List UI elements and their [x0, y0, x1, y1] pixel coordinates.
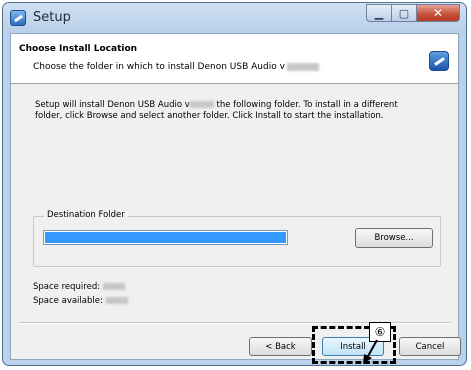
destination-folder-legend: Destination Folder	[44, 210, 128, 220]
minimize-icon: ▁	[374, 6, 384, 20]
destination-folder-input[interactable]	[43, 230, 288, 245]
maximize-button[interactable]: ▢	[392, 4, 417, 22]
space-required: Space required:	[33, 282, 126, 292]
installer-body: Choose Install Location Choose the folde…	[10, 33, 461, 364]
back-button-label: < Back	[265, 341, 296, 352]
install-description: Setup will install Denon USB Audio v the…	[35, 100, 435, 122]
close-button[interactable]: ✕	[417, 4, 460, 22]
destination-path-selection	[45, 232, 286, 243]
setup-app-icon	[10, 10, 26, 26]
window-controls: ▁ ▢ ✕	[366, 4, 460, 23]
minimize-button[interactable]: ▁	[366, 4, 392, 22]
setup-window: Setup ▁ ▢ ✕ Choose Install Location Choo…	[2, 2, 467, 366]
space-available-value-redacted	[105, 297, 128, 304]
space-available: Space available:	[33, 296, 128, 306]
header-panel: Choose Install Location Choose the folde…	[11, 34, 458, 84]
description-line-2: folder, click Browse and select another …	[35, 111, 384, 121]
browse-button-label: Browse...	[374, 233, 414, 243]
page-subtitle-text: Choose the folder in which to install De…	[33, 62, 285, 72]
window-title: Setup	[33, 10, 71, 25]
close-icon: ✕	[432, 6, 444, 20]
maximize-icon: ▢	[398, 6, 410, 20]
space-required-value-redacted	[103, 283, 126, 290]
callout-arrow-icon	[363, 339, 378, 364]
browse-button[interactable]: Browse...	[355, 228, 433, 248]
cancel-button[interactable]: Cancel	[399, 337, 461, 356]
description-part-2: the following folder. To install in a di…	[213, 100, 398, 110]
page-title: Choose Install Location	[19, 44, 138, 54]
version-redacted-inline	[189, 101, 214, 108]
description-part-1: Setup will install Denon USB Audio v	[35, 100, 190, 110]
space-available-label: Space available:	[33, 296, 103, 306]
destination-folder-group: Destination Folder Browse...	[33, 210, 441, 267]
space-required-label: Space required:	[33, 282, 101, 292]
page-subtitle: Choose the folder in which to install De…	[33, 62, 319, 72]
back-button[interactable]: < Back	[249, 337, 312, 356]
cancel-button-label: Cancel	[415, 341, 445, 352]
title-bar[interactable]: Setup ▁ ▢ ✕	[3, 3, 466, 33]
installer-logo-icon	[429, 51, 449, 71]
version-redacted	[286, 62, 319, 71]
destination-path-redacted	[45, 232, 286, 240]
